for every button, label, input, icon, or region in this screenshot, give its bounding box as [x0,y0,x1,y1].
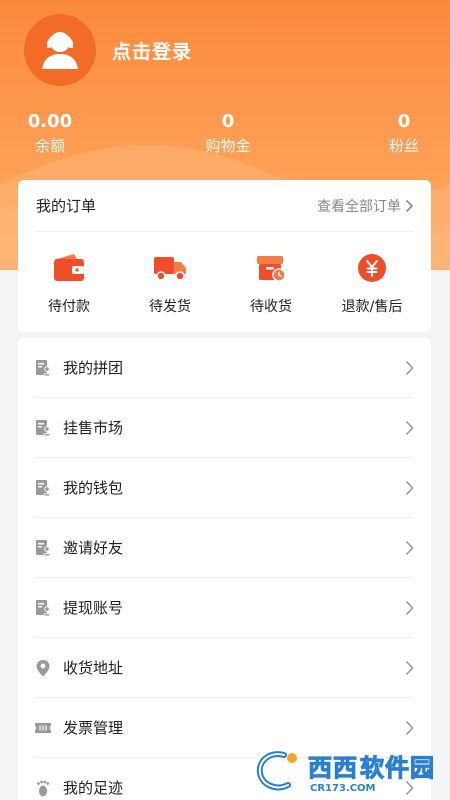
stat-shopping-credit[interactable]: 0 购物金 [200,110,256,158]
avatar[interactable] [24,14,96,86]
menu-item-label: 收货地址 [63,659,124,677]
truck-icon [154,257,186,281]
document-user-icon [36,420,52,437]
user-avatar-icon [42,32,78,69]
stat-value: 0 [397,111,411,132]
menu-item-label: 挂售市场 [63,419,124,437]
document-user-icon [36,540,52,557]
order-status-label: 待发货 [149,299,191,315]
watermark-sub: CR173.COM [310,782,376,794]
stat-balance[interactable]: 0.00 余额 [24,110,76,158]
document-user-icon [36,480,52,497]
chevron-right-icon [405,660,414,676]
order-status-label: 退款/售后 [341,299,403,315]
chevron-right-icon [405,720,414,736]
profile-section[interactable]: 点击登录 [24,14,192,86]
menu-list: 我的拼团 挂售市场 我的钱包 邀请好友 提现账号 收货地址 发票管理 我的足迹 [18,338,431,800]
watermark: 西西软件园 CR173.COM [254,748,444,794]
order-pending-receipt[interactable]: 待收货 [226,250,316,316]
stat-label: 购物金 [205,137,251,155]
view-all-orders-label: 查看全部订单 [317,198,401,215]
orders-title: 我的订单 [36,197,97,215]
order-status-label: 待付款 [48,299,90,315]
stat-label: 余额 [34,137,65,155]
stat-label: 粉丝 [388,137,419,155]
chevron-right-icon [405,199,414,212]
stat-value: 0 [221,111,235,132]
menu-item-label: 我的拼团 [63,359,124,377]
menu-item-wallet[interactable]: 我的钱包 [18,458,431,518]
chevron-right-icon [405,480,414,496]
account-stats: 0.00 余额 0 购物金 0 粉丝 [0,110,450,162]
menu-item-shipping-address[interactable]: 收货地址 [18,638,431,698]
yen-coin-icon [358,254,386,282]
menu-item-label: 我的钱包 [63,479,124,497]
login-link[interactable]: 点击登录 [112,37,192,64]
menu-item-label: 发票管理 [63,719,124,737]
chevron-right-icon [405,360,414,376]
menu-item-label: 提现账号 [63,599,124,617]
stat-fans[interactable]: 0 粉丝 [382,110,426,158]
menu-item-label: 邀请好友 [63,539,124,557]
chevron-right-icon [405,540,414,556]
order-status-label: 待收货 [250,299,292,315]
package-clock-icon [257,256,286,282]
wallet-icon [54,254,84,281]
menu-item-resale-market[interactable]: 挂售市场 [18,398,431,458]
location-pin-icon [36,660,50,677]
orders-card: 我的订单 查看全部订单 待付款 待发货 待收货 退款/售后 [18,180,431,332]
footprint-icon [37,780,50,797]
watermark-site: 软件园 [360,753,435,782]
order-pending-payment[interactable]: 待付款 [24,250,114,316]
ticket-icon [35,723,51,733]
menu-item-label: 我的足迹 [63,779,124,797]
view-all-orders-link[interactable]: 查看全部订单 [317,196,414,216]
document-user-icon [36,360,52,377]
order-status-row: 待付款 待发货 待收货 退款/售后 [18,250,431,320]
order-refund-aftersale[interactable]: 退款/售后 [327,250,417,316]
chevron-right-icon [405,420,414,436]
watermark-brand: 西西 [308,753,358,782]
chevron-right-icon [405,600,414,616]
document-user-icon [36,600,52,617]
orders-header: 我的订单 查看全部订单 [36,180,414,232]
menu-item-withdraw-account[interactable]: 提现账号 [18,578,431,638]
order-pending-shipment[interactable]: 待发货 [125,250,215,316]
menu-item-group-buy[interactable]: 我的拼团 [18,338,431,398]
menu-item-invite-friends[interactable]: 邀请好友 [18,518,431,578]
watermark-logo [254,749,306,793]
stat-value: 0.00 [27,111,73,132]
